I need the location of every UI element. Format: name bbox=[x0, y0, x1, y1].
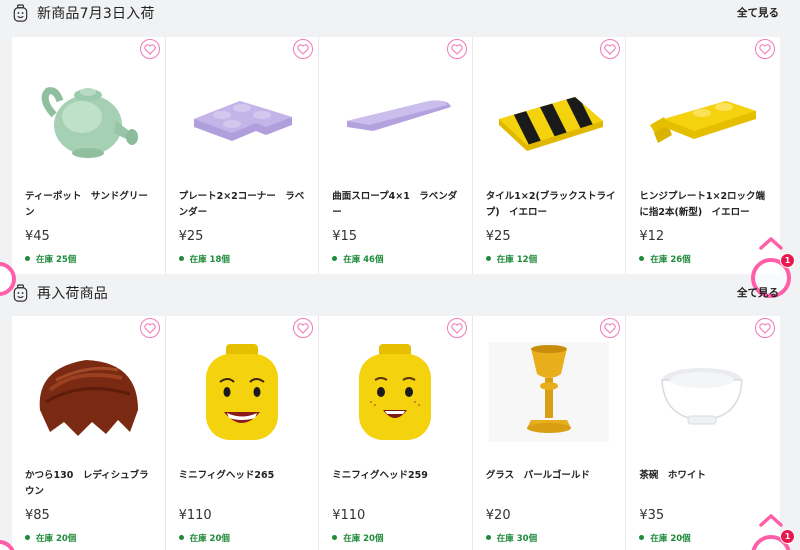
stock-dot bbox=[25, 256, 30, 261]
product-price: ¥20 bbox=[485, 508, 511, 523]
product-image-bowl[interactable] bbox=[640, 340, 764, 444]
stock-text: 在庫 20個 bbox=[36, 534, 77, 544]
stock-dot bbox=[485, 535, 491, 540]
product-name[interactable]: グラス パールゴールド bbox=[486, 468, 616, 484]
stock-text: 在庫 20個 bbox=[343, 534, 384, 544]
stock-dot bbox=[639, 535, 645, 540]
product-card[interactable]: グラス パールゴールド ¥20 在庫 30個 bbox=[473, 316, 627, 550]
product-name[interactable]: 茶碗 ホワイト bbox=[639, 468, 769, 484]
section-header-restock: 再入荷商品 全て見る bbox=[0, 280, 800, 310]
minifig-face-icon bbox=[13, 4, 28, 22]
stock-status: 在庫 20個 bbox=[332, 532, 383, 544]
heart-outline-icon[interactable] bbox=[293, 39, 314, 59]
product-image-striped-tile[interactable] bbox=[487, 61, 611, 165]
product-name[interactable]: ティーポット サンドグリーン bbox=[25, 189, 155, 221]
product-price: ¥45 bbox=[25, 229, 50, 244]
stock-text: 在庫 26個 bbox=[650, 255, 691, 265]
product-card[interactable]: 茶碗 ホワイト ¥35 在庫 20個 bbox=[626, 316, 780, 550]
product-card[interactable]: ティーポット サンドグリーン ¥45 在庫 25個 bbox=[12, 37, 166, 274]
stock-status: 在庫 20個 bbox=[178, 532, 230, 544]
product-name[interactable]: 曲面スロープ4×1 ラベンダー bbox=[332, 189, 462, 221]
product-name[interactable]: タイル1×2(ブラックストライプ) イエロー bbox=[486, 189, 616, 221]
stock-text: 在庫 20個 bbox=[189, 534, 230, 544]
chevron-up-icon[interactable] bbox=[758, 236, 784, 250]
stock-status: 在庫 18個 bbox=[178, 253, 230, 265]
heart-outline-icon[interactable] bbox=[754, 318, 775, 338]
product-price: ¥15 bbox=[332, 229, 358, 244]
product-image-curved-slope[interactable] bbox=[333, 61, 457, 165]
stock-dot bbox=[178, 535, 184, 540]
stock-dot bbox=[485, 256, 491, 261]
product-card[interactable]: プレート2×2コーナー ラベンダー ¥25 在庫 18個 bbox=[166, 37, 320, 274]
product-card[interactable]: 曲面スロープ4×1 ラベンダー ¥15 在庫 46個 bbox=[319, 37, 473, 274]
product-price: ¥35 bbox=[639, 508, 665, 523]
stock-text: 在庫 18個 bbox=[189, 255, 230, 265]
product-image-minifig-head-259[interactable] bbox=[333, 340, 457, 444]
product-image-wig[interactable] bbox=[26, 340, 150, 444]
stock-status: 在庫 20個 bbox=[25, 532, 76, 544]
heart-outline-icon[interactable] bbox=[754, 39, 775, 59]
product-card[interactable]: かつら130 レディシュブラウン ¥85 在庫 20個 bbox=[12, 316, 166, 550]
product-image-goblet[interactable] bbox=[487, 340, 611, 444]
product-name[interactable]: ヒンジプレート1×2ロック端に指2本(新型) イエロー bbox=[639, 189, 769, 221]
section-title: 新商品7月3日入荷 bbox=[37, 6, 155, 22]
product-image-hinge-plate[interactable] bbox=[640, 61, 764, 165]
product-price: ¥25 bbox=[485, 229, 511, 244]
product-row-restock: かつら130 レディシュブラウン ¥85 在庫 20個 ミニフィグヘッド265 … bbox=[12, 316, 780, 550]
product-image-teapot[interactable] bbox=[26, 61, 150, 165]
product-name[interactable]: かつら130 レディシュブラウン bbox=[25, 468, 155, 500]
product-price: ¥85 bbox=[25, 508, 50, 523]
product-name[interactable]: プレート2×2コーナー ラベンダー bbox=[179, 189, 309, 221]
product-price: ¥12 bbox=[639, 229, 665, 244]
cart-count-badge: 1 bbox=[780, 253, 795, 268]
product-price: ¥25 bbox=[178, 229, 204, 244]
product-name[interactable]: ミニフィグヘッド259 bbox=[332, 468, 462, 484]
chevron-up-icon[interactable] bbox=[758, 513, 784, 527]
stock-text: 在庫 20個 bbox=[650, 534, 691, 544]
product-image-minifig-head-265[interactable] bbox=[180, 340, 304, 444]
heart-outline-icon[interactable] bbox=[600, 318, 621, 338]
product-card[interactable]: タイル1×2(ブラックストライプ) イエロー ¥25 在庫 12個 bbox=[473, 37, 627, 274]
stock-text: 在庫 46個 bbox=[343, 255, 384, 265]
heart-outline-icon[interactable] bbox=[293, 318, 314, 338]
product-price: ¥110 bbox=[332, 508, 366, 523]
product-card[interactable]: ミニフィグヘッド259 ¥110 在庫 20個 bbox=[319, 316, 473, 550]
stock-status: 在庫 20個 bbox=[639, 532, 691, 544]
stock-dot bbox=[332, 256, 338, 261]
stock-status: 在庫 25個 bbox=[25, 253, 76, 265]
stock-text: 在庫 12個 bbox=[496, 255, 538, 265]
heart-outline-icon[interactable] bbox=[139, 39, 160, 59]
product-price: ¥110 bbox=[178, 508, 212, 523]
stock-status: 在庫 30個 bbox=[485, 532, 538, 544]
product-image-corner-plate[interactable] bbox=[180, 61, 304, 165]
heart-outline-icon[interactable] bbox=[446, 39, 467, 59]
see-all-link[interactable]: 全て見る bbox=[737, 285, 779, 300]
heart-outline-icon[interactable] bbox=[446, 318, 467, 338]
stock-dot bbox=[25, 535, 30, 540]
cart-count-badge: 1 bbox=[780, 529, 795, 544]
stock-status: 在庫 46個 bbox=[332, 253, 383, 265]
product-card[interactable]: ヒンジプレート1×2ロック端に指2本(新型) イエロー ¥12 在庫 26個 bbox=[626, 37, 780, 274]
heart-outline-icon[interactable] bbox=[600, 39, 621, 59]
stock-status: 在庫 26個 bbox=[639, 253, 691, 265]
stock-dot bbox=[639, 256, 645, 261]
product-name[interactable]: ミニフィグヘッド265 bbox=[179, 468, 309, 484]
section-title: 再入荷商品 bbox=[37, 286, 108, 302]
stock-text: 在庫 25個 bbox=[36, 255, 77, 265]
see-all-link[interactable]: 全て見る bbox=[737, 5, 779, 20]
stock-dot bbox=[332, 535, 338, 540]
section-header-new-arrivals: 新商品7月3日入荷 全て見る bbox=[0, 0, 800, 30]
minifig-face-icon bbox=[13, 284, 28, 302]
heart-outline-icon[interactable] bbox=[139, 318, 160, 338]
product-card[interactable]: ミニフィグヘッド265 ¥110 在庫 20個 bbox=[166, 316, 320, 550]
stock-status: 在庫 12個 bbox=[485, 253, 538, 265]
stock-dot bbox=[178, 256, 184, 261]
product-row-new: ティーポット サンドグリーン ¥45 在庫 25個 プレート2×2コーナー ラベ… bbox=[12, 37, 780, 274]
stock-text: 在庫 30個 bbox=[496, 534, 538, 544]
